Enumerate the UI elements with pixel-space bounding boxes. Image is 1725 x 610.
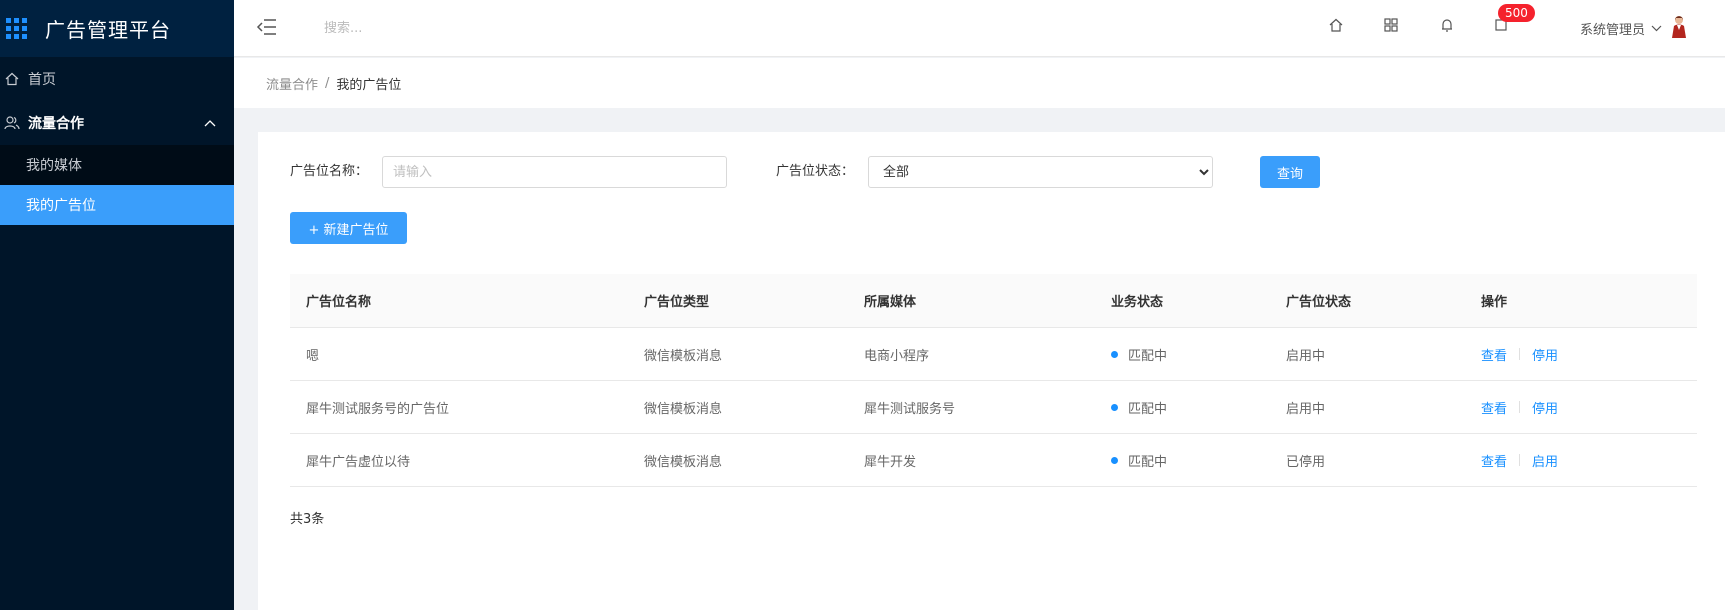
- query-button[interactable]: 查询: [1260, 156, 1320, 188]
- biz-status-text: 匹配中: [1128, 454, 1168, 470]
- cell-biz-status: 匹配中: [1111, 345, 1286, 364]
- menu-group-traffic[interactable]: 流量合作: [0, 101, 234, 145]
- app-title: 广告管理平台: [45, 18, 171, 42]
- action-divider: [1519, 401, 1521, 413]
- menu-item-my-media[interactable]: 我的媒体: [0, 145, 234, 185]
- action-divider: [1519, 454, 1521, 466]
- biz-status-text: 匹配中: [1128, 401, 1168, 417]
- cell-name: 嗯: [306, 348, 320, 364]
- cell-actions: 查看 停用: [1481, 398, 1697, 417]
- submenu: 我的媒体 我的广告位: [0, 145, 234, 225]
- cell-name: 犀牛测试服务号的广告位: [306, 401, 450, 417]
- new-ad-slot-button[interactable]: + 新建广告位: [290, 212, 407, 244]
- action-divider: [1519, 348, 1521, 360]
- breadcrumb-separator: /: [325, 75, 330, 91]
- menu-item-my-ad-slots[interactable]: 我的广告位: [0, 185, 234, 225]
- view-link[interactable]: 查看: [1481, 451, 1507, 470]
- cell-type: 微信模板消息: [644, 401, 723, 417]
- cell-name: 犀牛广告虚位以待: [306, 454, 411, 470]
- toggle-link[interactable]: 启用: [1532, 451, 1558, 470]
- menu-collapse-icon[interactable]: [256, 16, 278, 38]
- cell-media: 犀牛测试服务号: [864, 401, 956, 417]
- search-input[interactable]: [324, 16, 584, 40]
- table-row: 嗯 微信模板消息 电商小程序 匹配中 启用中 查看 停用: [290, 328, 1697, 381]
- col-status: 广告位状态: [1286, 295, 1352, 310]
- bell-icon[interactable]: [1437, 15, 1457, 35]
- cell-type: 微信模板消息: [644, 348, 723, 364]
- cell-actions: 查看 启用: [1481, 451, 1697, 470]
- cell-status: 已停用: [1286, 454, 1326, 470]
- chevron-down-icon: [1651, 21, 1662, 36]
- ad-slot-status-select[interactable]: 全部: [868, 156, 1213, 188]
- sidebar: 广告管理平台 首页 流量合作 我的媒体 我的广告位: [0, 0, 234, 610]
- table-row: 犀牛广告虚位以待 微信模板消息 犀牛开发 匹配中 已停用 查看 启用: [290, 434, 1697, 487]
- biz-status-text: 匹配中: [1128, 348, 1168, 364]
- menu-group-traffic-label: 流量合作: [28, 116, 84, 132]
- home-icon: [4, 71, 20, 87]
- user-name: 系统管理员: [1580, 22, 1646, 38]
- toggle-link[interactable]: 停用: [1532, 398, 1558, 417]
- home-icon[interactable]: [1326, 15, 1346, 35]
- cell-media: 犀牛开发: [864, 454, 917, 470]
- view-link[interactable]: 查看: [1481, 345, 1507, 364]
- col-type: 广告位类型: [644, 295, 710, 310]
- status-dot-icon: [1111, 350, 1118, 358]
- content-card: 广告位名称： 广告位状态： 全部 查询 + 新建广告位 广告位名称 广告位类型 …: [258, 132, 1725, 610]
- cell-status: 启用中: [1286, 401, 1326, 417]
- apps-icon[interactable]: [1381, 15, 1401, 35]
- cell-actions: 查看 停用: [1481, 345, 1697, 364]
- cell-type: 微信模板消息: [644, 454, 723, 470]
- col-name: 广告位名称: [306, 295, 372, 310]
- breadcrumb-current: 我的广告位: [336, 77, 402, 93]
- top-header: 500 系统管理员: [234, 0, 1725, 57]
- status-filter-label: 广告位状态：: [776, 164, 855, 179]
- notification-badge: 500: [1498, 4, 1535, 22]
- table-header: 广告位名称 广告位类型 所属媒体 业务状态 广告位状态 操作: [290, 274, 1697, 328]
- logo: 广告管理平台: [0, 0, 234, 57]
- user-menu[interactable]: 系统管理员: [1580, 14, 1688, 42]
- name-filter-label: 广告位名称：: [290, 164, 369, 179]
- col-actions: 操作: [1481, 295, 1508, 310]
- view-link[interactable]: 查看: [1481, 398, 1507, 417]
- chevron-up-icon: [204, 115, 216, 131]
- apps-grid-icon: [6, 18, 27, 39]
- menu-item-home[interactable]: 首页: [0, 57, 234, 101]
- status-dot-icon: [1111, 403, 1118, 411]
- col-media: 所属媒体: [864, 295, 917, 310]
- col-biz-status: 业务状态: [1111, 295, 1164, 310]
- cell-biz-status: 匹配中: [1111, 398, 1286, 417]
- status-dot-icon: [1111, 456, 1118, 464]
- total-count: 共3条: [290, 512, 325, 527]
- avatar: [1670, 14, 1688, 42]
- toggle-link[interactable]: 停用: [1532, 345, 1558, 364]
- ad-slot-name-input[interactable]: [382, 156, 727, 188]
- cell-status: 启用中: [1286, 348, 1326, 364]
- cell-media: 电商小程序: [864, 348, 930, 364]
- table-row: 犀牛测试服务号的广告位 微信模板消息 犀牛测试服务号 匹配中 启用中 查看 停用: [290, 381, 1697, 434]
- ad-slot-table: 广告位名称 广告位类型 所属媒体 业务状态 广告位状态 操作 嗯 微信模板消息 …: [290, 274, 1697, 487]
- menu-item-home-label: 首页: [28, 72, 56, 88]
- breadcrumb: 流量合作 / 我的广告位: [234, 58, 1725, 108]
- users-icon: [4, 115, 20, 131]
- breadcrumb-parent[interactable]: 流量合作: [266, 74, 318, 93]
- cell-biz-status: 匹配中: [1111, 451, 1286, 470]
